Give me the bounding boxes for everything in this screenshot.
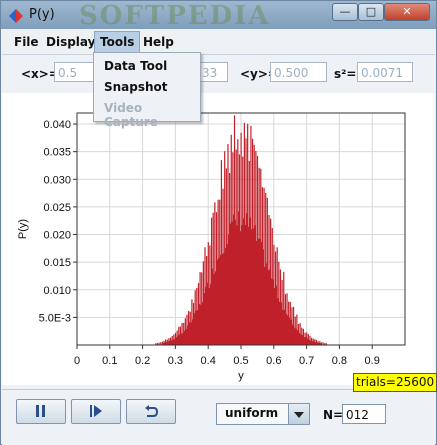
x-tick-label: 0.4 — [201, 355, 216, 367]
y-tick-label: 0.040 — [43, 119, 71, 131]
trials-counter: trials=25600 — [353, 373, 437, 392]
maximize-button[interactable]: □ — [358, 3, 384, 21]
x-tick-label: 0.8 — [332, 355, 347, 367]
menu-file[interactable]: File — [9, 33, 44, 51]
plot-panel: 0 0.1 0.2 0.3 0.4 0.5 0.6 0.7 0.8 0.9 5.0E-3 0.010 0… — [2, 93, 435, 385]
close-button[interactable]: ✕ — [384, 3, 430, 21]
y-tick-label: 0.025 — [43, 202, 71, 214]
mean-x-field[interactable]: 0.5 — [54, 62, 94, 82]
reset-icon — [145, 405, 158, 417]
y-tick-label: 0.010 — [43, 285, 71, 297]
x-tick-label: 0.1 — [102, 355, 117, 367]
control-panel: uniform N= 012 — [2, 389, 435, 445]
x-tick-label: 0 — [74, 355, 80, 367]
menu-bar: File Display Tools Help — [2, 29, 435, 55]
y-tick-label: 5.0E-3 — [39, 312, 71, 324]
y-tick-label: 0.015 — [43, 257, 71, 269]
y-axis-label: P(y) — [17, 219, 29, 239]
chevron-down-icon[interactable] — [288, 404, 309, 424]
y-tick-label: 0.030 — [43, 174, 71, 186]
distribution-select[interactable]: uniform — [216, 403, 310, 425]
x-tick-label: 0.6 — [266, 355, 281, 367]
app-icon — [9, 9, 23, 23]
stats-bar: <x>= 0.5 33 <y>= 0.500 s²= 0.0071 — [2, 55, 435, 91]
menu-help[interactable]: Help — [138, 33, 179, 51]
pause-icon — [36, 405, 45, 417]
menu-tools[interactable]: Tools — [94, 31, 141, 53]
histogram-chart: 0 0.1 0.2 0.3 0.4 0.5 0.6 0.7 0.8 0.9 5.0E-3 0.010 0… — [17, 112, 406, 382]
step-icon — [90, 405, 102, 417]
stat-field-2[interactable]: 33 — [198, 62, 228, 82]
tools-dropdown: Data Tool Snapshot Video Capture — [93, 52, 201, 129]
pause-button[interactable] — [16, 399, 66, 424]
x-axis-label: y — [238, 370, 244, 382]
y-tick-label: 0.020 — [43, 230, 71, 242]
x-tick-label: 0.7 — [299, 355, 314, 367]
title-bar[interactable]: P(y) SOFTPEDIA — □ ✕ — [1, 1, 436, 31]
distribution-value: uniform — [225, 406, 279, 420]
minimize-button[interactable]: — — [332, 3, 358, 21]
variance-field[interactable]: 0.0071 — [357, 62, 413, 82]
app-window: P(y) SOFTPEDIA — □ ✕ File Display Tools … — [0, 0, 437, 445]
variance-label: s²= — [334, 67, 357, 81]
x-tick-label: 0.2 — [135, 355, 150, 367]
y-tick-label: 0.035 — [43, 147, 71, 159]
x-tick-label: 0.5 — [233, 355, 248, 367]
watermark: SOFTPEDIA — [79, 1, 271, 31]
step-button[interactable] — [71, 399, 121, 424]
menu-item-snapshot[interactable]: Snapshot — [104, 80, 168, 94]
menu-item-video-capture: Video Capture — [104, 101, 158, 129]
menu-item-data-tool[interactable]: Data Tool — [104, 59, 167, 73]
mean-y-field[interactable]: 0.500 — [270, 62, 327, 82]
reset-button[interactable] — [126, 399, 176, 424]
n-input[interactable]: 012 — [342, 404, 386, 424]
window-title: P(y) — [29, 7, 55, 22]
x-tick-label: 0.3 — [168, 355, 183, 367]
x-tick-label: 0.9 — [365, 355, 380, 367]
menu-display[interactable]: Display — [41, 33, 100, 51]
n-label: N= — [323, 408, 344, 422]
